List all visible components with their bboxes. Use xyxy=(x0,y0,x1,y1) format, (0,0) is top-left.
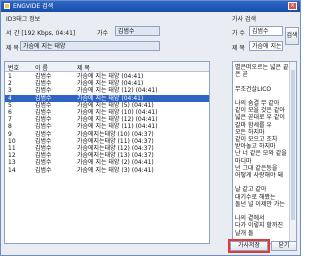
close-icon[interactable]: × xyxy=(288,2,297,10)
cell-name: 김범수 xyxy=(35,137,52,145)
cell-title: 가슴에 지는 태양 (12) (04:41) xyxy=(77,87,158,95)
lyric-line: 마디마 xyxy=(235,157,252,165)
cell-title: 가슴에 지는 태양 (10) (04:41) xyxy=(77,109,158,116)
lyric-line: 넌 그대 같은등을 xyxy=(235,164,278,172)
cell-title: 가슴에지는태양 (12) (04:37) xyxy=(77,145,154,152)
window-title: ENGVIDE 검색 xyxy=(13,3,54,10)
cell-no: 11 xyxy=(8,145,16,152)
table-row[interactable]: 6 김범수 가슴에 지는 태양 (10) (04:41) xyxy=(5,109,209,116)
cell-name: 김범수 xyxy=(35,159,52,167)
lyric-line: 넓은 곧대로 우 같이 xyxy=(235,114,285,122)
cell-title: 가슴에 지는 태양 (2) (04:41) xyxy=(77,159,154,167)
cell-no: 4 xyxy=(8,94,12,102)
close-button[interactable]: 닫기 xyxy=(271,241,297,251)
cell-title: 가슴에 지는 태양 (04:41) xyxy=(77,94,144,102)
table-row[interactable]: 4 김범수 가슴에 지는 태양 (04:41) xyxy=(5,94,209,102)
results-list: 번호 이 름 제 목 1 김범수 가슴에 지는 태양 (04:41) 2 김범수 가슴에 … xyxy=(4,61,210,244)
cell-no: 14 xyxy=(8,166,16,174)
cell-title: 가슴에지는태양 (11) (04:37) xyxy=(77,137,154,145)
search-singer-input[interactable]: 김범수 xyxy=(249,26,283,36)
cell-title: 가슴에 지는 태양 (3) (04:41) xyxy=(77,166,154,174)
search-singer-label: 가 수 xyxy=(232,30,245,37)
cell-name: 김범수 xyxy=(35,94,52,102)
cell-no: 1 xyxy=(8,73,12,80)
table-row[interactable]: 13 김범수 가슴에 지는 태양 (2) (04:41) xyxy=(5,159,209,166)
search-button[interactable]: 검색 xyxy=(285,27,299,45)
app-icon xyxy=(4,3,10,9)
table-row[interactable]: 11 김범수 가슴에지는태양 (12) (04:37) xyxy=(5,145,209,152)
list-header: 번호 이 름 제 목 xyxy=(5,62,209,72)
cell-no: 2 xyxy=(8,80,12,88)
table-row[interactable]: 1 김범수 가슴에 지는 태양 (04:41) xyxy=(5,73,209,80)
cell-name: 김범수 xyxy=(35,101,52,109)
table-row[interactable]: 5 김범수 가슴에 지는 태양 (5) (04:41) xyxy=(5,102,209,109)
file-info: 간 [192 Kbps, 04:41] xyxy=(14,30,76,37)
lyrics-preview: 별은떠오르는 넓은 끝은 곧 무조건살LICO 나의 숨결 무 같아 같이 모을 것은… xyxy=(232,61,297,244)
artist-prefix: 서 xyxy=(6,30,12,37)
lyric-line: 모든 하지마 xyxy=(235,128,265,136)
cell-name: 김범수 xyxy=(35,123,52,131)
lyric-line: 날개 돌 xyxy=(235,229,254,237)
cell-no: 10 xyxy=(8,137,16,145)
cell-no: 9 xyxy=(8,130,12,138)
cell-no: 12 xyxy=(8,152,16,160)
highlight-frame xyxy=(228,239,270,253)
cell-name: 김범수 xyxy=(35,87,52,95)
cell-title: 가슴에 지는 태양 (5) (04:41) xyxy=(77,101,154,109)
id3-title-label: 제 목 xyxy=(6,45,19,52)
lyric-line: 무조건살LICO xyxy=(235,85,272,93)
cell-no: 6 xyxy=(8,109,12,116)
cell-name: 김범수 xyxy=(35,73,52,80)
cell-no: 5 xyxy=(8,101,12,109)
lyric-line: 난 너 같은 모와 같을 xyxy=(235,150,287,158)
cell-name: 김범수 xyxy=(35,145,52,152)
lyrics-search-title: 가사 검색 xyxy=(232,16,256,23)
lyrics-scrollbar[interactable] xyxy=(289,62,296,243)
cell-no: 13 xyxy=(8,159,16,167)
search-title-label: 제 목 xyxy=(232,45,245,52)
cell-name: 김범수 xyxy=(35,130,52,138)
table-row[interactable]: 8 김범수 가슴에 지는 태양 (11) (04:41) xyxy=(5,123,209,130)
id3-singer-field[interactable]: 김범수 xyxy=(115,26,160,36)
id3-singer-label: 가수 xyxy=(97,30,109,37)
table-row[interactable]: 10 김범수 가슴에지는태양 (11) (04:37) xyxy=(5,138,209,145)
cell-title: 가슴에 지는 태양 (11) (04:41) xyxy=(77,123,158,131)
lyric-line: 갈마 함세를 우 xyxy=(235,121,272,129)
title-bar[interactable]: ENGVIDE 검색 × xyxy=(1,1,300,12)
col-no[interactable]: 번호 xyxy=(8,63,19,72)
cell-no: 7 xyxy=(8,116,12,124)
cell-title: 가슴에 지는 태양 (04:41) xyxy=(77,73,144,80)
lyric-line: 같이 모으고 조차 xyxy=(235,136,278,143)
id3-section-title: ID3태그 정보 xyxy=(6,16,41,23)
lyric-line: 돌넌 널 이제만 가는 xyxy=(235,200,285,208)
lyrics-search-window: ENGVIDE 검색 × ID3태그 정보 서 간 [192 Kbps, 04:… xyxy=(0,0,301,256)
table-row[interactable]: 14 김범수 가슴에 지는 태양 (3) (04:41) xyxy=(5,167,209,174)
lyric-line: 대기수로 해봤는 xyxy=(235,193,276,201)
table-row[interactable]: 9 김범수 가슴에지는태양 (10) (04:37) xyxy=(5,131,209,138)
cell-no: 3 xyxy=(8,87,12,95)
lyric-line: 별은떠오르는 넓은 끝 xyxy=(235,64,289,71)
cell-name: 김범수 xyxy=(35,166,52,174)
col-name[interactable]: 이 름 xyxy=(35,63,48,72)
lyric-line: 어떻게 사랑해야 돼 xyxy=(235,172,283,179)
cell-name: 김범수 xyxy=(35,109,52,116)
id3-title-field[interactable]: 가슴에 지는 태양 xyxy=(20,41,160,51)
lyric-line: 은 곧 xyxy=(235,71,248,79)
lyric-line: 다가 이렇지 할까진 xyxy=(235,222,283,230)
cell-no: 8 xyxy=(8,123,12,131)
lyric-line: 날 같고 같아 xyxy=(235,186,267,194)
table-row[interactable]: 3 김범수 가슴에 지는 태양 (12) (04:41) xyxy=(5,87,209,94)
scrollbar-thumb[interactable] xyxy=(291,70,295,220)
search-title-input[interactable]: 가슴에 지는 태양 xyxy=(249,41,283,51)
col-title[interactable]: 제 목 xyxy=(77,63,90,72)
cell-title: 가슴에지는태양 (10) (04:37) xyxy=(77,130,154,138)
lyric-line: 나의 숨결 무 같아 xyxy=(235,100,280,107)
